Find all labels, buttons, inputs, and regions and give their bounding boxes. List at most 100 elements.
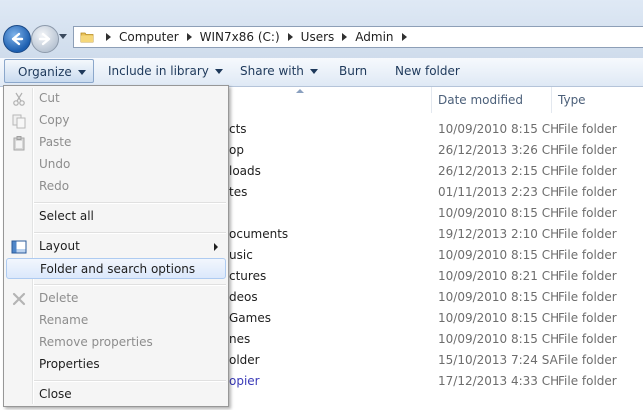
row-name: ocuments xyxy=(229,227,289,241)
share-with-label: Share with xyxy=(240,64,304,78)
address-field[interactable]: Computer WIN7x86 (C:) Users Admin xyxy=(73,26,643,48)
row-date: 17/12/2013 4:33 CH xyxy=(438,374,560,388)
dropdown-caret-icon xyxy=(77,70,86,75)
organize-button[interactable]: Organize xyxy=(4,59,94,83)
row-date: 19/12/2013 2:10 CH xyxy=(438,227,560,241)
menu-item-label: Folder and search options xyxy=(40,262,196,276)
new-folder-button[interactable]: New folder xyxy=(395,58,460,86)
scissors-icon xyxy=(13,92,25,106)
menu-item-rename[interactable]: Rename xyxy=(6,310,226,331)
row-type: File folder xyxy=(558,164,617,178)
breadcrumb-drive[interactable]: WIN7x86 (C:) xyxy=(200,30,280,44)
row-name: deos xyxy=(229,290,258,304)
column-divider[interactable] xyxy=(431,87,432,113)
include-in-library-button[interactable]: Include in library xyxy=(108,58,223,86)
row-type: File folder xyxy=(558,227,617,241)
menu-item-label: Cut xyxy=(39,91,60,105)
row-name: usic xyxy=(229,248,253,262)
row-date: 01/11/2013 2:23 CH xyxy=(438,185,560,199)
menu-item-label: Paste xyxy=(39,135,72,149)
row-name: tes xyxy=(229,185,248,199)
menu-item-label: Close xyxy=(39,387,72,401)
forward-arrow-icon xyxy=(38,32,51,46)
row-date: 10/09/2010 8:15 CH xyxy=(438,290,560,304)
organize-label: Organize xyxy=(18,65,72,79)
submenu-arrow-icon xyxy=(214,243,218,251)
row-date: 10/09/2010 8:15 CH xyxy=(438,248,560,262)
breadcrumb-chevron-icon[interactable] xyxy=(287,33,293,41)
row-name: op xyxy=(229,143,244,157)
back-arrow-icon xyxy=(11,32,24,46)
include-in-library-label: Include in library xyxy=(108,64,209,78)
menu-item-label: Select all xyxy=(39,209,94,223)
recent-pages-chevron-icon[interactable] xyxy=(59,34,67,39)
delete-x-icon xyxy=(12,292,26,306)
clipboard-icon xyxy=(13,136,25,151)
breadcrumb-chevron-icon[interactable] xyxy=(401,33,407,41)
column-divider[interactable] xyxy=(551,87,552,113)
dropdown-caret-icon xyxy=(309,69,318,74)
copy-icon xyxy=(12,114,26,129)
breadcrumb-computer[interactable]: Computer xyxy=(119,30,179,44)
row-name: ctures xyxy=(229,269,267,283)
menu-item-label: Properties xyxy=(39,357,100,371)
breadcrumb-chevron-icon[interactable] xyxy=(106,33,111,41)
breadcrumb-chevron-icon[interactable] xyxy=(342,33,348,41)
menu-item-layout[interactable]: Layout xyxy=(6,236,226,257)
menu-item-label: Remove properties xyxy=(39,335,153,349)
menu-item-label: Copy xyxy=(39,113,70,127)
row-type: File folder xyxy=(558,248,617,262)
share-with-button[interactable]: Share with xyxy=(240,58,318,86)
row-date: 10/09/2010 8:15 CH xyxy=(438,122,560,136)
menu-item-copy[interactable]: Copy xyxy=(6,110,226,131)
row-name: opier xyxy=(229,374,260,388)
row-type: File folder xyxy=(558,122,617,136)
menu-item-undo[interactable]: Undo xyxy=(6,154,226,175)
row-type: File folder xyxy=(558,332,617,346)
command-bar: Organize Include in library Share with B… xyxy=(0,58,643,87)
back-button[interactable] xyxy=(3,25,31,53)
menu-item-select-all[interactable]: Select all xyxy=(6,206,226,227)
row-type: File folder xyxy=(558,143,617,157)
breadcrumb-chevron-icon[interactable] xyxy=(186,33,192,41)
breadcrumb-users[interactable]: Users xyxy=(301,30,335,44)
row-name: nes xyxy=(229,332,251,346)
menu-item-paste[interactable]: Paste xyxy=(6,132,226,153)
address-bar-area: Computer WIN7x86 (C:) Users Admin xyxy=(0,0,643,58)
row-date: 10/09/2010 8:15 CH xyxy=(438,332,560,346)
menu-separator xyxy=(34,284,226,286)
row-type: File folder xyxy=(558,206,617,220)
menu-item-cut[interactable]: Cut xyxy=(6,88,226,109)
forward-button[interactable] xyxy=(31,25,59,53)
menu-separator xyxy=(34,232,226,234)
menu-item-label: Undo xyxy=(39,157,71,171)
row-type: File folder xyxy=(558,311,617,325)
menu-item-redo[interactable]: Redo xyxy=(6,176,226,197)
column-header-type[interactable]: Type xyxy=(558,87,586,113)
row-name: Games xyxy=(229,311,271,325)
row-type: File folder xyxy=(558,374,617,388)
row-date: 10/09/2010 8:21 CH xyxy=(438,269,560,283)
row-name: loads xyxy=(229,164,261,178)
breadcrumb: Computer WIN7x86 (C:) Users Admin xyxy=(98,27,415,47)
menu-item-label: Redo xyxy=(39,179,70,193)
menu-item-label: Delete xyxy=(39,291,79,305)
column-header-date-modified[interactable]: Date modified xyxy=(438,87,523,113)
breadcrumb-admin[interactable]: Admin xyxy=(355,30,393,44)
row-date: 10/09/2010 8:15 CH xyxy=(438,206,560,220)
row-type: File folder xyxy=(558,353,617,367)
row-name: older xyxy=(229,353,260,367)
menu-item-folder-and-search-options[interactable]: Folder and search options xyxy=(6,258,226,279)
row-name: cts xyxy=(229,122,247,136)
organize-menu: Cut Copy Paste Undo Redo Select all Layo… xyxy=(3,85,229,407)
menu-item-remove-properties[interactable]: Remove properties xyxy=(6,332,226,353)
burn-button[interactable]: Burn xyxy=(339,58,367,86)
menu-item-close[interactable]: Close xyxy=(6,384,226,405)
sort-ascending-icon xyxy=(296,89,304,93)
menu-separator xyxy=(34,202,226,204)
row-date: 26/12/2013 2:15 CH xyxy=(438,164,560,178)
row-type: File folder xyxy=(558,290,617,304)
menu-item-delete[interactable]: Delete xyxy=(6,288,226,309)
row-date: 15/10/2013 7:24 SA xyxy=(438,353,558,367)
menu-item-properties[interactable]: Properties xyxy=(6,354,226,375)
